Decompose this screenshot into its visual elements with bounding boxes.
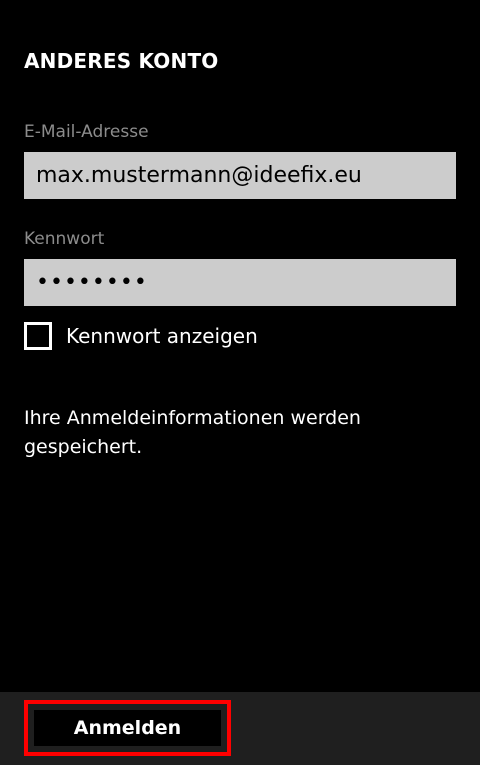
show-password-toggle[interactable]: Kennwort anzeigen xyxy=(24,319,258,352)
credentials-info-text: Ihre Anmeldeinformationen werden gespeic… xyxy=(24,407,361,458)
page-title: ANDERES KONTO xyxy=(24,49,219,73)
password-label: Kennwort xyxy=(24,229,105,249)
email-label: E-Mail-Adresse xyxy=(24,122,149,142)
show-password-checkbox[interactable] xyxy=(24,321,52,350)
email-field[interactable] xyxy=(24,152,456,199)
password-field[interactable] xyxy=(24,259,456,306)
signin-button[interactable]: Anmelden xyxy=(34,710,221,746)
app-bar: Anmelden xyxy=(0,692,480,765)
show-password-label: Kennwort anzeigen xyxy=(66,323,258,348)
highlight-frame: Anmelden xyxy=(24,700,231,756)
